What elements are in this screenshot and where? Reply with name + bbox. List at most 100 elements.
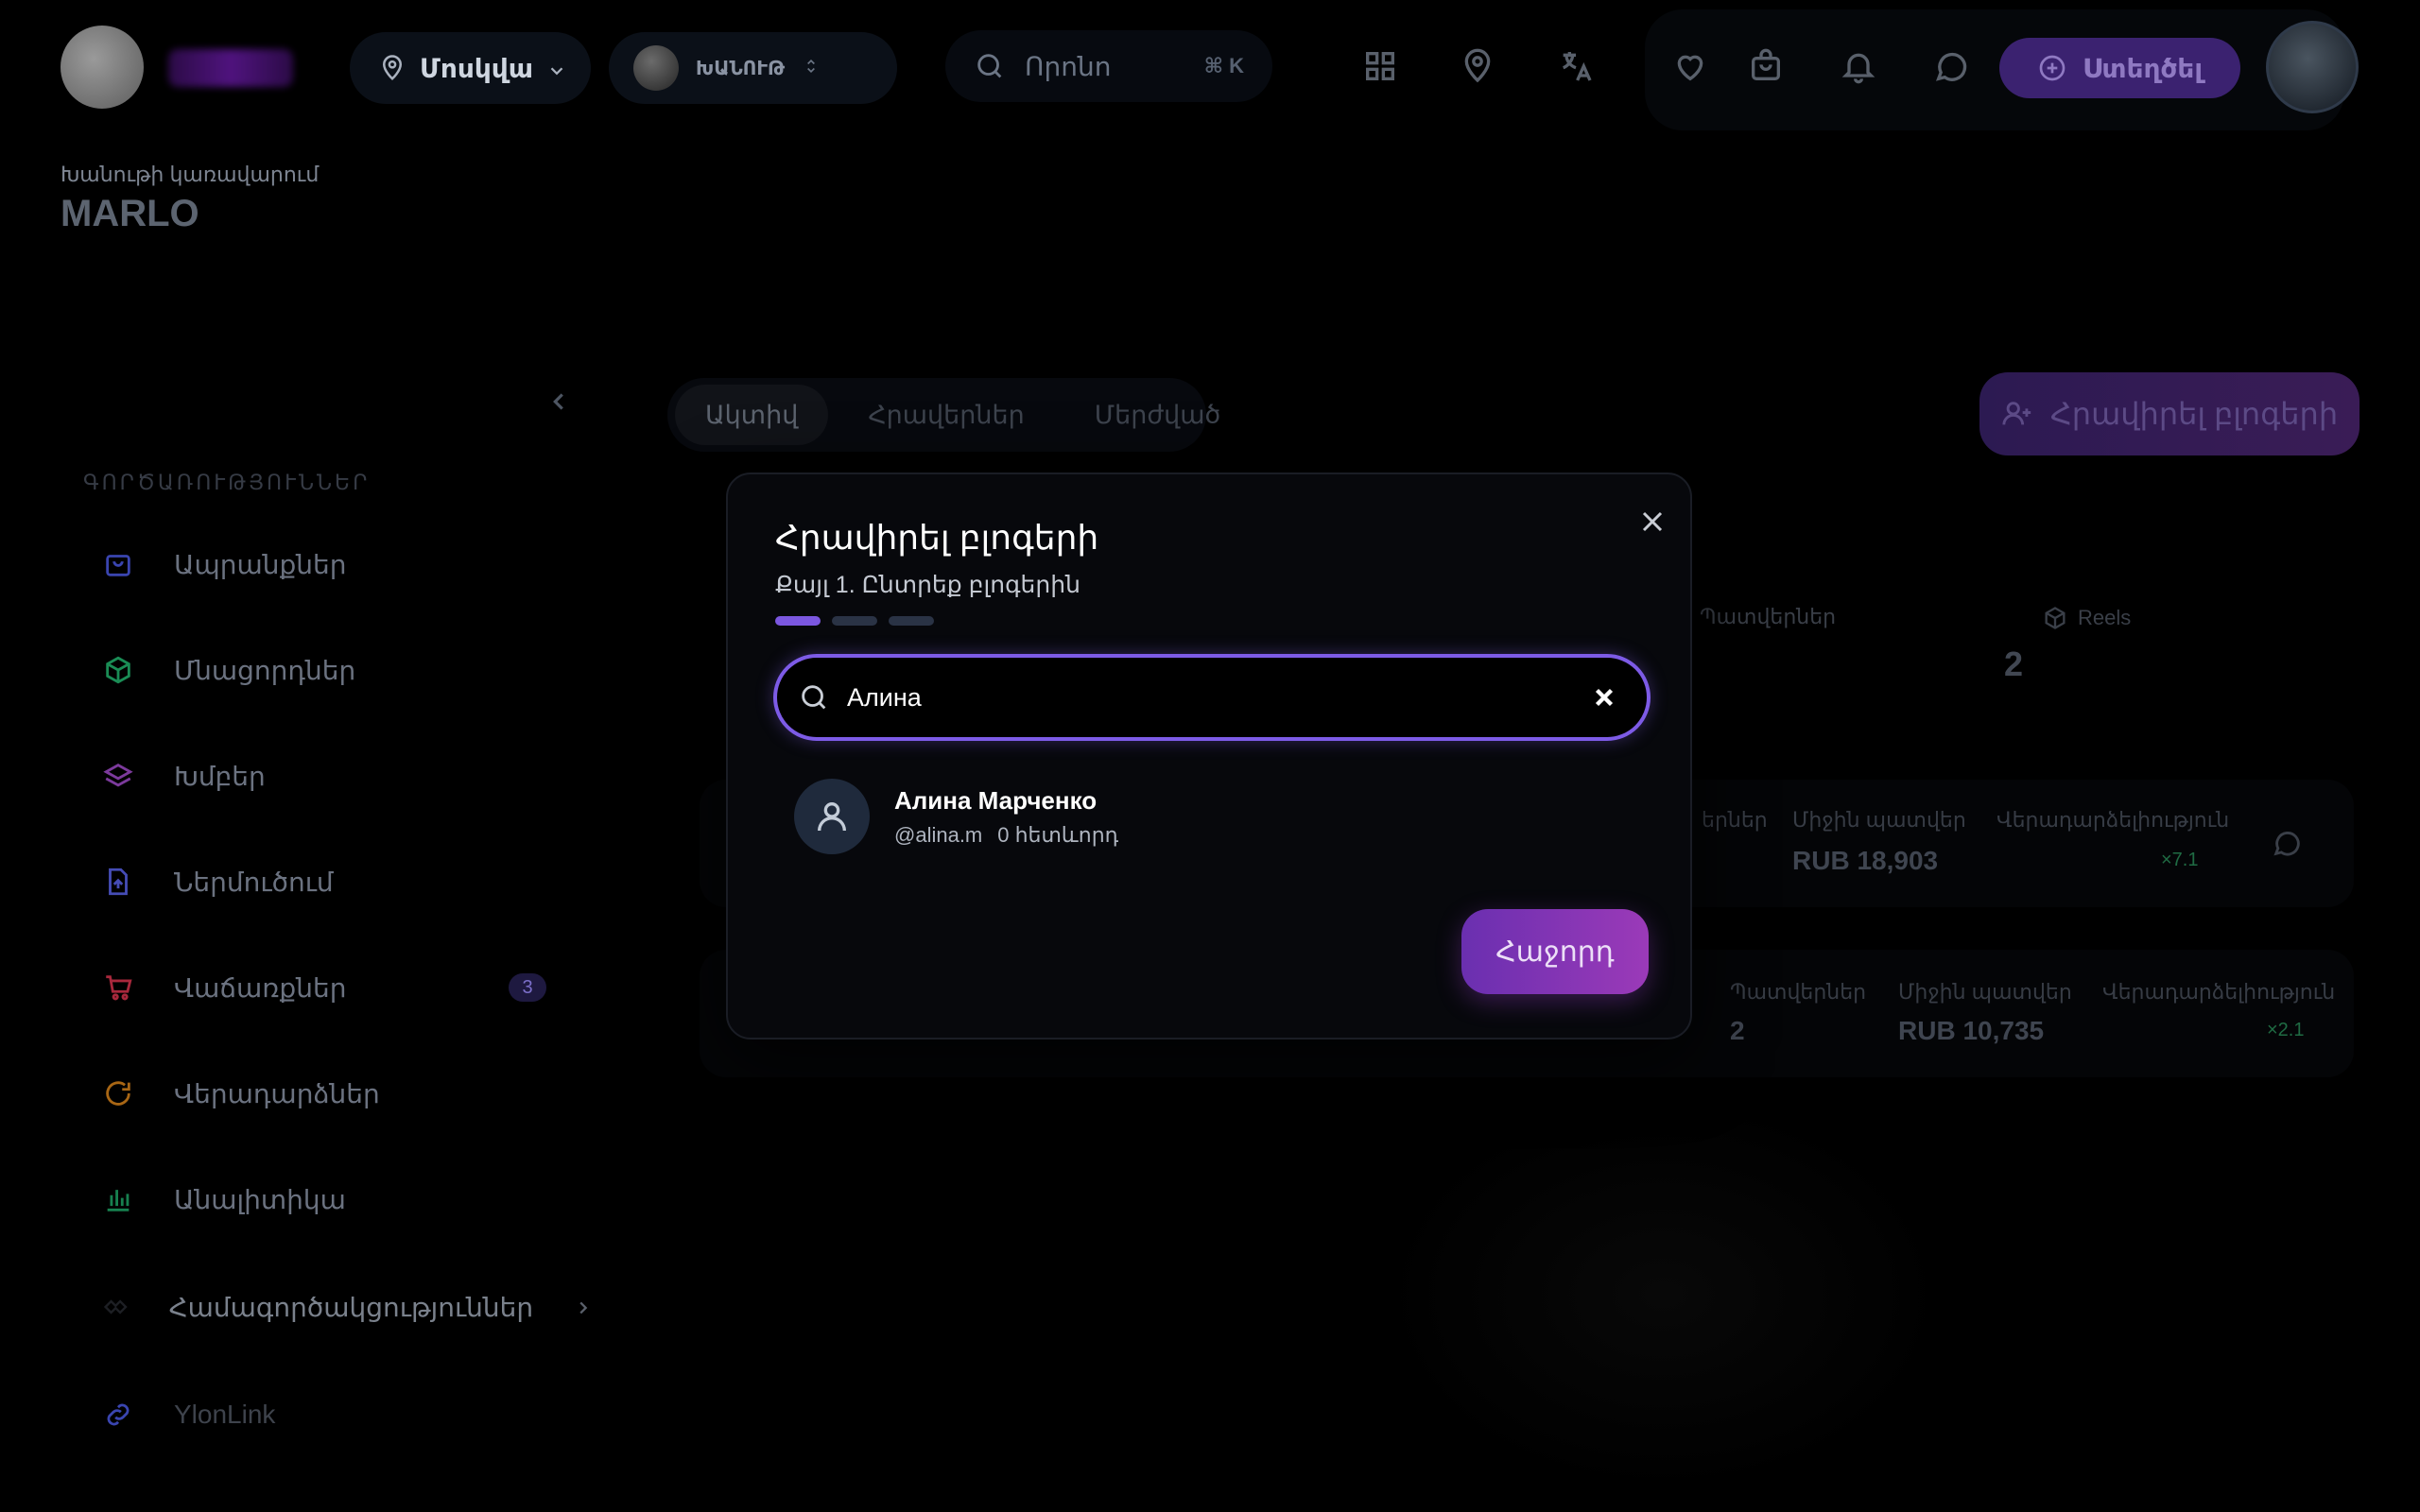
sidebar-item-ylonlink[interactable]: YlonLink [102, 1391, 594, 1438]
result-info: Алина Марченко @alina.m 0 հետևորդ [894, 786, 1118, 848]
sidebar-item-stock[interactable]: Մնացորդներ [102, 646, 594, 694]
avatar [794, 779, 870, 854]
stat-reels-label: Reels [2078, 606, 2132, 629]
stat-reels: Reels [2042, 605, 2131, 631]
row-multiplier: ×2.1 [2267, 1020, 2305, 1040]
blogger-search [773, 654, 1651, 741]
collab-tabs: Ակտիվ Հրավերներ Մերժված [667, 378, 1220, 452]
step-dot-active [775, 616, 821, 626]
sidebar-item-import[interactable]: Ներմուծում [102, 858, 594, 905]
search-icon [798, 681, 830, 713]
user-icon [818, 802, 846, 832]
bar-chart-icon [102, 1183, 134, 1215]
invite-blogger-modal: Հրավիրել բլոգերի Քայլ 1. Ընտրեք բլոգերին… [726, 472, 1692, 1040]
shop-avatar [633, 45, 679, 91]
translate-icon[interactable] [1557, 47, 1595, 85]
step-dot [832, 616, 877, 626]
chevron-down-icon [546, 58, 567, 78]
sidebar-item-sales[interactable]: Վաճառքներ 3 [102, 964, 594, 1011]
invite-button-label: Հրավիրել բլոգերի [2049, 397, 2339, 431]
row-avg-label: Միջին պատվեր [1898, 980, 2072, 1004]
apps-grid-icon[interactable] [1361, 47, 1399, 85]
tab-active[interactable]: Ակտիվ [675, 385, 829, 445]
create-button[interactable]: Ստեղծել [1999, 38, 2240, 98]
cart-icon [102, 971, 134, 1004]
row-avg-label: Միջին պատվեր [1792, 808, 1966, 832]
next-button[interactable]: Հաջորդ [1461, 909, 1649, 994]
sidebar-item-analytics[interactable]: Անալիտիկա [102, 1176, 594, 1223]
shopping-bag-icon[interactable] [1747, 47, 1785, 85]
tab-rejected[interactable]: Մերժված [1064, 385, 1252, 445]
sidebar-item-groups[interactable]: Խմբեր [102, 752, 594, 799]
location-pin-icon [378, 54, 406, 82]
plus-circle-icon [2037, 53, 2067, 83]
step-indicator [775, 616, 934, 626]
bag-icon [102, 548, 134, 580]
create-label: Ստեղծել [2082, 53, 2204, 83]
page-subtitle: Խանութի կառավարում [60, 163, 320, 186]
shop-label: ԽԱՆՈՒԹ [696, 58, 786, 79]
page-title: MARLO [60, 193, 199, 234]
sidebar-item-label: Անալիտիկա [174, 1184, 346, 1214]
step-dot [889, 616, 934, 626]
clear-search-icon[interactable] [1590, 683, 1618, 712]
row-orders-value: 2 [1730, 1016, 1745, 1045]
row-return-label: Վերադարձելիություն [1996, 808, 2230, 832]
search-icon [974, 50, 1006, 82]
sidebar-item-label: Մնացորդներ [174, 655, 356, 685]
stat-reels-value: 2 [2004, 644, 2024, 683]
user-avatar[interactable] [2266, 21, 2359, 113]
close-icon[interactable] [1635, 505, 1669, 539]
handshake-icon [102, 1291, 130, 1323]
chevron-right-icon [573, 1295, 594, 1319]
refresh-icon [102, 1077, 134, 1109]
search-shortcut: ⌘ K [1203, 54, 1244, 77]
sales-count-badge: 3 [509, 973, 546, 1002]
sidebar-item-label: Վերադարձներ [174, 1078, 380, 1108]
search-result-item[interactable]: Алина Марченко @alina.m 0 հետևորդ [794, 779, 1118, 854]
box-icon [102, 654, 134, 686]
heart-icon[interactable] [1671, 47, 1709, 85]
result-followers: 0 հետևորդ [997, 822, 1119, 847]
row-return-label: Վերադարձելիություն [2102, 980, 2336, 1004]
city-selector[interactable]: Մոսկվա [350, 32, 591, 104]
sidebar-item-label: YlonLink [174, 1400, 276, 1429]
shop-selector[interactable]: ԽԱՆՈՒԹ [609, 32, 897, 104]
row-avg-value: RUB 18,903 [1792, 846, 1939, 875]
sidebar-item-label: Համագործակցություններ [168, 1292, 534, 1322]
chat-icon[interactable] [1932, 47, 1970, 85]
tab-invitations[interactable]: Հրավերներ [838, 385, 1054, 445]
sidebar-item-label: Խմբեր [174, 761, 266, 791]
row-multiplier: ×7.1 [2161, 850, 2199, 870]
sidebar-item-returns[interactable]: Վերադարձներ [102, 1070, 594, 1117]
global-search[interactable]: Որոնո ⌘ K [945, 30, 1272, 102]
blogger-search-input[interactable] [847, 682, 1565, 713]
layers-icon [102, 760, 134, 792]
invite-blogger-button[interactable]: Հրավիրել բլոգերի [1979, 372, 2360, 455]
result-name: Алина Марченко [894, 785, 1098, 815]
sidebar-item-products[interactable]: Ապրանքներ [102, 541, 594, 588]
row-avg-value: RUB 10,735 [1898, 1016, 2045, 1045]
chat-icon[interactable] [2271, 827, 2303, 859]
logo-wordmark [168, 49, 293, 87]
collapse-sidebar-icon[interactable] [544, 387, 573, 416]
link-icon [102, 1399, 134, 1431]
cube-icon [2042, 605, 2068, 631]
logo[interactable] [60, 26, 144, 109]
search-placeholder: Որոնո [1025, 51, 1112, 81]
result-meta: @alina.m 0 հետևորդ [894, 823, 1118, 848]
result-handle: @alina.m [894, 822, 983, 847]
bell-icon[interactable] [1840, 47, 1877, 85]
modal-step-label: Քայլ 1. Ընտրեք բլոգերին [775, 572, 1080, 598]
user-plus-icon [2001, 398, 2033, 430]
chevron-updown-icon [802, 57, 821, 79]
modal-title: Հրավիրել բլոգերի [775, 518, 1099, 557]
city-label: Մոսկվա [420, 53, 534, 83]
row-label: երներ [1702, 808, 1768, 832]
location-icon[interactable] [1459, 47, 1496, 85]
sidebar-item-label: Վաճառքներ [174, 972, 347, 1003]
background-decoration [1380, 1096, 1947, 1493]
file-upload-icon [102, 866, 134, 898]
sidebar-section-title: ԳՈՐԾԱՌՈՒԹՅՈՒՆՆԵՐ [83, 471, 371, 494]
sidebar-item-collaborations[interactable]: Համագործակցություններ [102, 1283, 594, 1331]
